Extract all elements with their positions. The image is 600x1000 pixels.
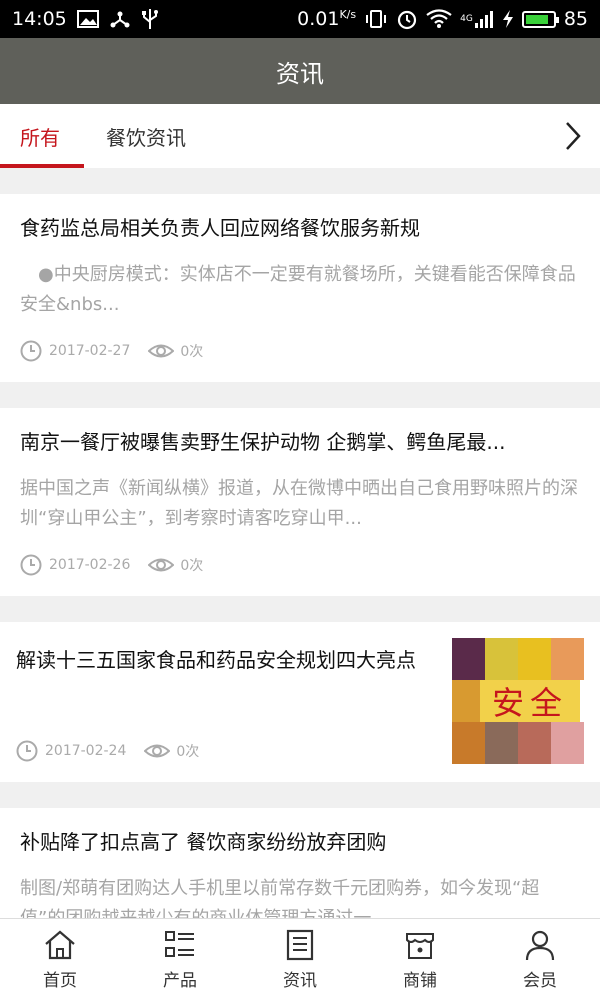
- shop-icon: [406, 933, 434, 959]
- article-item[interactable]: 食药监总局相关负责人回应网络餐饮服务新规 ●中央厨房模式：实体店不一定要有就餐场…: [0, 194, 600, 382]
- article-title: 南京一餐厅被曝售卖野生保护动物 企鹅掌、鳄鱼尾最...: [20, 430, 506, 454]
- news-icon: [286, 929, 314, 961]
- nav-home-label: 首页: [43, 971, 77, 991]
- tab-all[interactable]: 所有: [0, 104, 84, 168]
- article-date: 2017-02-27: [49, 343, 131, 359]
- article-date: 2017-02-26: [49, 557, 131, 573]
- nav-products-label: 产品: [163, 971, 197, 991]
- article-meta: 2017-02-24 0次: [16, 720, 422, 782]
- article-title: 解读十三五国家食品和药品安全规划四大亮点: [16, 648, 416, 672]
- battery-icon: [521, 10, 559, 28]
- article-item[interactable]: 南京一餐厅被曝售卖野生保护动物 企鹅掌、鳄鱼尾最... 据中国之声《新闻纵横》报…: [0, 408, 600, 596]
- nav-member[interactable]: 会员: [480, 919, 600, 1000]
- nav-news[interactable]: 资讯: [240, 919, 360, 1000]
- nav-products[interactable]: 产品: [120, 919, 240, 1000]
- tab-catering-news-label: 餐饮资讯: [106, 125, 186, 150]
- battery-fill: [525, 14, 548, 24]
- nav-shop[interactable]: 商铺: [360, 919, 480, 1000]
- battery-percent: 85: [563, 8, 588, 30]
- network-speed-unit: K/s: [339, 8, 357, 21]
- wifi-icon: [426, 9, 452, 29]
- status-bar: 14:05 0.01K/s 4G 85: [0, 0, 600, 38]
- chevron-right-icon: [566, 122, 581, 150]
- share-icon: [109, 9, 131, 29]
- signal-icon: 4G: [460, 9, 494, 29]
- vibrate-icon: [364, 9, 388, 29]
- article-view-count: 0次: [176, 744, 200, 760]
- eye-icon: [144, 740, 171, 762]
- list-icon: [165, 931, 194, 957]
- article-summary: 据中国之声《新闻纵横》报道，从在微博中晒出自己食用野味照片的深圳“穿山甲公主”，…: [20, 478, 578, 529]
- image-icon: [76, 10, 99, 28]
- article-meta: 2017-02-26 0次: [20, 534, 580, 596]
- clock-icon: [16, 740, 38, 762]
- article-view-count: 0次: [180, 344, 204, 360]
- category-tabs: 所有 餐饮资讯: [0, 104, 600, 168]
- alarm-icon: [396, 8, 418, 30]
- article-item[interactable]: 补贴降了扣点高了 餐饮商家纷纷放弃团购 制图/郑萌有团购达人手机里以前常存数千元…: [0, 808, 600, 918]
- charging-icon: [502, 9, 514, 29]
- bottom-nav: 首页 产品 资讯 商铺 会员: [0, 918, 600, 1000]
- eye-icon: [148, 554, 175, 576]
- article-thumbnail: 安全: [452, 638, 584, 764]
- tabs-more-button[interactable]: [558, 120, 588, 152]
- article-item[interactable]: 解读十三五国家食品和药品安全规划四大亮点 2017-02-24 0次 安全: [0, 622, 600, 782]
- article-title: 食药监总局相关负责人回应网络餐饮服务新规: [20, 216, 420, 240]
- clock-icon: [20, 340, 42, 362]
- nav-news-label: 资讯: [283, 971, 317, 991]
- page-title: 资讯: [276, 59, 324, 88]
- article-summary: ●中央厨房模式：实体店不一定要有就餐场所，关键看能否保障食品安全&nbs...: [20, 264, 576, 315]
- article-meta: 2017-02-27 0次: [20, 320, 580, 382]
- clock-icon: [20, 554, 42, 576]
- home-icon: [45, 930, 75, 960]
- article-title: 补贴降了扣点高了 餐饮商家纷纷放弃团购: [20, 830, 387, 854]
- nav-member-label: 会员: [523, 971, 557, 991]
- article-date: 2017-02-24: [45, 743, 127, 759]
- tab-all-label: 所有: [20, 125, 60, 150]
- tab-catering-news[interactable]: 餐饮资讯: [106, 104, 186, 168]
- article-views: 0次: [144, 740, 199, 762]
- article-view-count: 0次: [180, 558, 204, 574]
- article-list: 食药监总局相关负责人回应网络餐饮服务新规 ●中央厨房模式：实体店不一定要有就餐场…: [0, 168, 600, 918]
- user-icon: [525, 930, 555, 961]
- network-type: 4G: [460, 14, 473, 24]
- nav-shop-label: 商铺: [403, 971, 437, 991]
- thumbnail-text: 安全: [480, 680, 580, 722]
- nav-home[interactable]: 首页: [0, 919, 120, 1000]
- app-header: 资讯: [0, 38, 600, 104]
- article-views: 0次: [148, 340, 203, 362]
- eye-icon: [148, 340, 175, 362]
- article-views: 0次: [148, 554, 203, 576]
- usb-icon: [141, 8, 159, 30]
- status-time: 14:05: [12, 8, 67, 30]
- network-speed: 0.01K/s: [297, 8, 357, 30]
- article-summary: 制图/郑萌有团购达人手机里以前常存数千元团购券，如今发现“超值”的团购越来越少有…: [20, 878, 540, 918]
